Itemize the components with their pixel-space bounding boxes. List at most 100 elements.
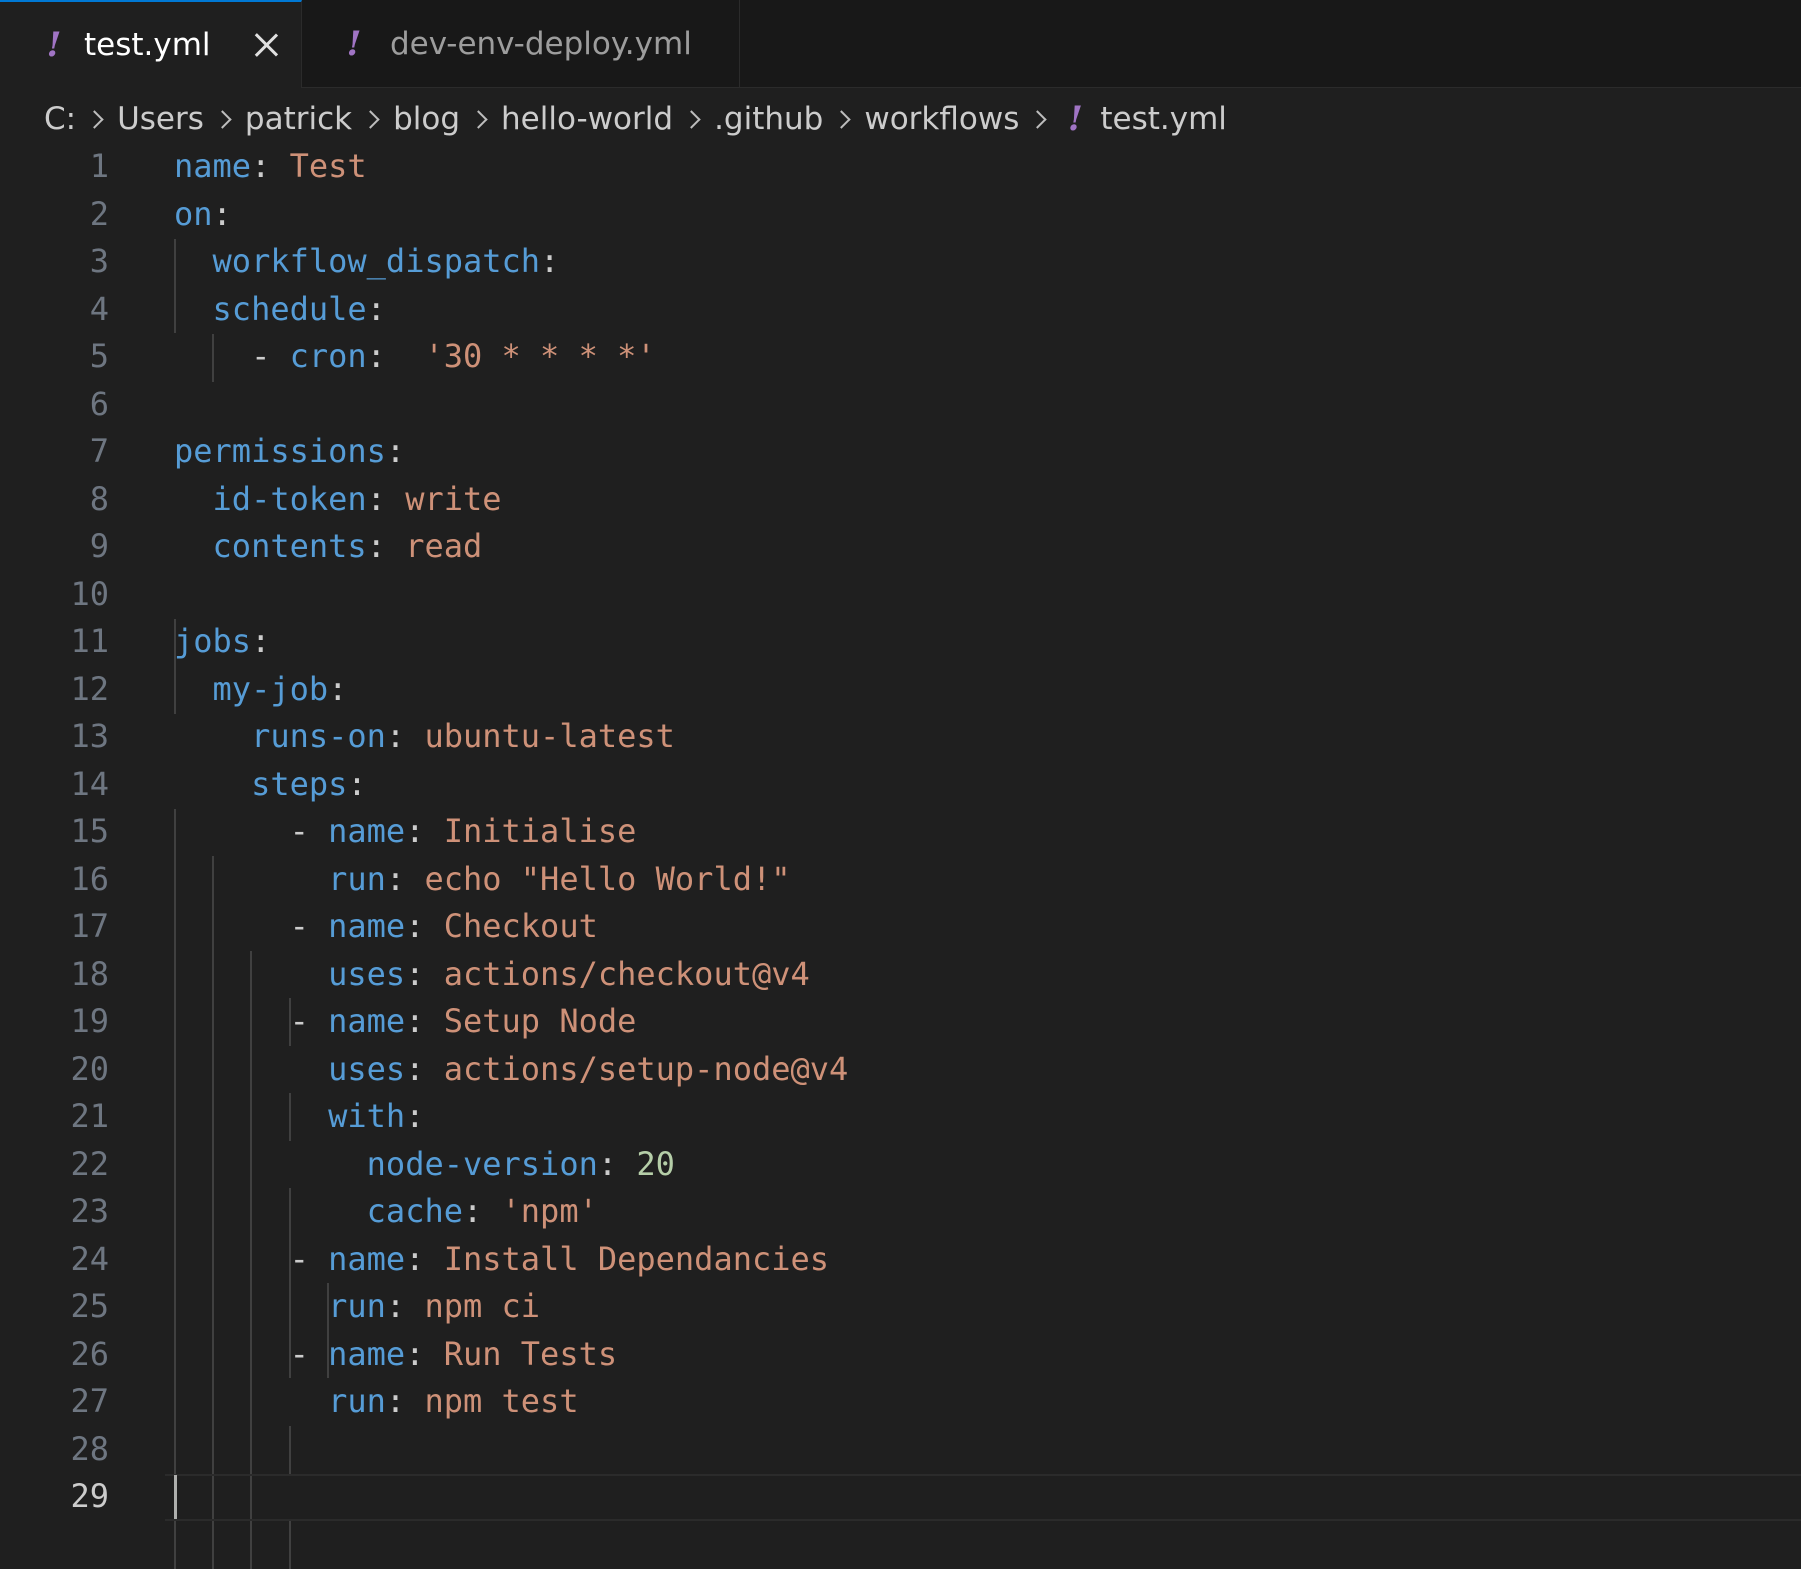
breadcrumb-item-drive[interactable]: C: xyxy=(44,101,76,137)
code-token: : xyxy=(385,432,406,470)
code-line[interactable]: 14 steps: xyxy=(0,761,1801,809)
code-line[interactable]: 19 - name: Setup Node xyxy=(0,998,1801,1046)
code-text: cache: 'npm' xyxy=(174,1188,598,1236)
code-line[interactable]: 2 on: xyxy=(0,191,1801,239)
line-number: 19 xyxy=(70,1002,109,1040)
tab-dev-env-deploy-yml[interactable]: ! dev-env-deploy.yml xyxy=(302,0,740,87)
code-token: : xyxy=(385,717,425,755)
breadcrumb-item-github[interactable]: .github xyxy=(714,101,823,137)
code-line[interactable]: 27 run: npm test xyxy=(0,1378,1801,1426)
code-token: run xyxy=(328,1382,386,1420)
tab-test-yml[interactable]: ! test.yml xyxy=(0,0,302,88)
code-token: - xyxy=(174,1002,329,1040)
breadcrumb-item-blog[interactable]: blog xyxy=(393,101,460,137)
code-line[interactable]: 29 xyxy=(0,1473,1801,1521)
code-line[interactable]: 7 permissions: xyxy=(0,428,1801,476)
code-token: id-token xyxy=(212,479,367,518)
code-line[interactable]: 1 name: Test xyxy=(0,143,1801,191)
code-token: : xyxy=(405,1049,444,1088)
code-token: npm ci xyxy=(424,1287,541,1325)
code-text: steps: xyxy=(174,761,367,809)
line-number: 14 xyxy=(70,764,109,803)
code-line[interactable]: 21 with: xyxy=(0,1093,1801,1141)
line-number: 5 xyxy=(89,337,109,375)
code-line[interactable]: 28 xyxy=(0,1426,1801,1474)
code-line[interactable]: 4 schedule: xyxy=(0,286,1801,334)
code-line[interactable]: 25 run: npm ci xyxy=(0,1283,1801,1331)
code-line[interactable]: 9 contents: read xyxy=(0,523,1801,571)
breadcrumb-item-users[interactable]: Users xyxy=(117,101,204,137)
close-icon[interactable] xyxy=(251,30,281,60)
code-text: - cron: '30 * * * *' xyxy=(174,333,656,381)
text-cursor xyxy=(174,1475,177,1519)
code-line[interactable]: 23 cache: 'npm' xyxy=(0,1188,1801,1236)
code-token: ubuntu-latest xyxy=(424,717,675,755)
code-token: read xyxy=(405,527,483,565)
code-token: : xyxy=(405,1097,425,1135)
code-line[interactable]: 8 id-token: write xyxy=(0,476,1801,524)
code-line[interactable]: 5 - cron: '30 * * * *' xyxy=(0,333,1801,381)
line-number: 22 xyxy=(70,1144,109,1183)
yaml-exclamation-icon: ! xyxy=(346,23,362,64)
code-text: permissions: xyxy=(174,428,405,476)
code-token: steps xyxy=(251,764,348,803)
line-number: 24 xyxy=(70,1239,109,1278)
line-number: 1 xyxy=(89,147,109,185)
code-token: : xyxy=(405,907,444,945)
code-editor[interactable]: 1 name: Test 2 on: 3 workflow_dispatch: 4 sch… xyxy=(0,143,1801,1569)
line-number: 10 xyxy=(70,574,109,613)
code-token: - xyxy=(174,1239,329,1278)
code-token: Test xyxy=(289,147,367,185)
code-token: run xyxy=(328,859,386,898)
breadcrumb-item-workflows[interactable]: workflows xyxy=(864,101,1019,137)
code-line[interactable]: 17 - name: Checkout xyxy=(0,903,1801,951)
code-text: - name: Run Tests xyxy=(174,1331,618,1379)
line-number: 12 xyxy=(70,669,109,708)
line-number: 15 xyxy=(70,812,109,850)
code-line[interactable]: 15 - name: Initialise xyxy=(0,808,1801,856)
code-text: - name: Initialise xyxy=(174,808,637,856)
code-token: runs-on xyxy=(251,717,386,755)
breadcrumb-item-patrick[interactable]: patrick xyxy=(245,101,352,137)
code-token: : xyxy=(328,669,348,708)
code-token: jobs xyxy=(174,622,252,660)
code-line[interactable]: 16 run: echo "Hello World!" xyxy=(0,856,1801,904)
line-number: 7 xyxy=(89,432,109,470)
code-token: on xyxy=(174,194,213,233)
code-line[interactable]: 26 - name: Run Tests xyxy=(0,1331,1801,1379)
code-line[interactable]: 20 uses: actions/setup-node@v4 xyxy=(0,1046,1801,1094)
code-text: run: npm test xyxy=(174,1378,578,1426)
code-line[interactable]: 24 - name: Install Dependancies xyxy=(0,1236,1801,1284)
line-number: 2 xyxy=(89,194,109,233)
code-line[interactable]: 13 runs-on: ubuntu-latest xyxy=(0,713,1801,761)
code-line[interactable]: 11 jobs: xyxy=(0,618,1801,666)
code-line[interactable]: 3 workflow_dispatch: xyxy=(0,238,1801,286)
indent-guide xyxy=(289,1521,291,1569)
code-line[interactable]: 12 my-job: xyxy=(0,666,1801,714)
code-text: contents: read xyxy=(174,523,483,571)
breadcrumb-item-file[interactable]: test.yml xyxy=(1100,101,1227,137)
code-token: 'npm' xyxy=(501,1192,598,1230)
code-line[interactable]: 18 uses: actions/checkout@v4 xyxy=(0,951,1801,999)
chevron-right-icon xyxy=(832,109,852,129)
code-text: - name: Setup Node xyxy=(174,998,637,1046)
chevron-right-icon xyxy=(361,109,380,129)
code-line[interactable]: 10 xyxy=(0,571,1801,619)
code-token: : xyxy=(405,1239,444,1278)
code-token: actions/setup-node@v4 xyxy=(443,1049,849,1088)
code-token: schedule xyxy=(212,289,367,328)
code-text: schedule: xyxy=(174,286,386,334)
code-line[interactable]: 6 xyxy=(0,381,1801,429)
code-token: : xyxy=(405,1002,444,1040)
chevron-right-icon xyxy=(85,109,104,129)
line-number: 26 xyxy=(70,1334,109,1373)
breadcrumb-item-hello-world[interactable]: hello-world xyxy=(501,101,673,137)
code-token: uses xyxy=(328,954,406,993)
code-line[interactable]: 22 node-version: 20 xyxy=(0,1141,1801,1189)
